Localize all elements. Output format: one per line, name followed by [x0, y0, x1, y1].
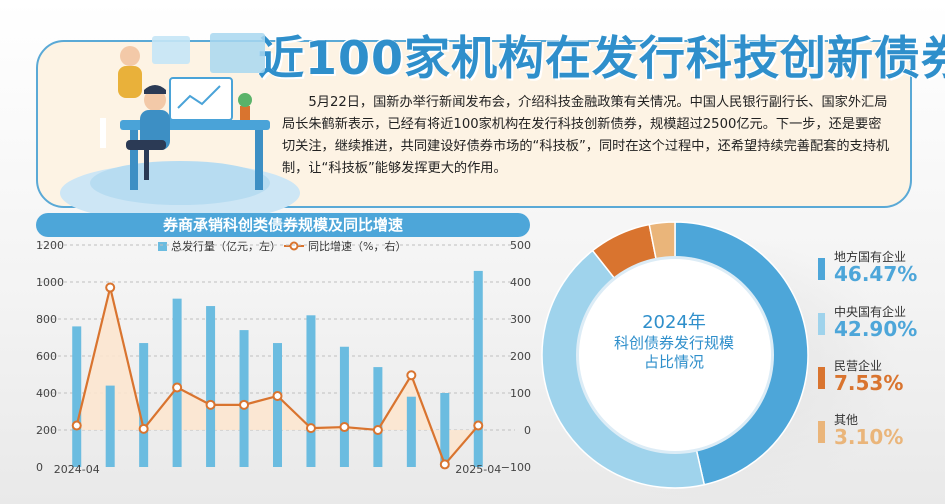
- pie-legend-item-0: 地方国有企业 46.47%: [818, 248, 938, 292]
- growth-point-1: [105, 282, 116, 293]
- growth-point-2: [138, 423, 149, 434]
- floating-panel-icon: [152, 36, 190, 64]
- growth-point-11: [439, 459, 450, 470]
- growth-point-3: [172, 382, 183, 393]
- pie-legend-value: 42.90%: [834, 317, 918, 341]
- infographic-canvas: 近100家机构在发行科技创新债券 5月22日，国新办举行新闻发布会，介绍科技金融…: [0, 0, 945, 504]
- bar-8: [339, 346, 349, 467]
- pie-legend-value: 3.10%: [834, 425, 904, 449]
- pie-legend-swatch: [818, 367, 825, 389]
- growth-point-10: [406, 370, 417, 381]
- pie-legend-item-2: 民营企业 7.53%: [818, 357, 938, 401]
- pie-legend-item-1: 中央国有企业 42.90%: [818, 303, 938, 347]
- pie-legend-swatch: [818, 421, 825, 443]
- right-tick-label: 400: [510, 276, 531, 289]
- right-tick-label: 100: [510, 387, 531, 400]
- right-tick-label: −100: [501, 461, 531, 474]
- pie-title-line-3: 占比情况: [643, 353, 704, 371]
- left-tick-label: 800: [36, 313, 57, 326]
- bar-line-chart: 总发行量（亿元，左） 同比增速（%，右） 0200400600800100012…: [36, 239, 531, 476]
- bar-chart-title: 券商承销科创类债券规模及同比增速: [36, 213, 530, 237]
- plot-area: 0 200 400 600 800 1000 1200 −100 0 100 200 300 400 50…: [36, 239, 531, 476]
- left-tick-label: 200: [36, 424, 57, 437]
- man-hair-icon: [144, 85, 166, 94]
- pie-legend-value: 7.53%: [834, 371, 904, 395]
- headline-title: 近100家机构在发行科技创新债券: [258, 31, 945, 85]
- plant-icon: [238, 93, 252, 107]
- bar-1: [105, 385, 115, 467]
- desk-leg-icon: [130, 130, 138, 190]
- bar-5: [239, 330, 249, 467]
- chair-seat-icon: [126, 140, 166, 150]
- bar-7: [306, 315, 316, 467]
- monitor-icon: [169, 77, 233, 121]
- left-tick-label: 1000: [36, 276, 64, 289]
- right-tick-label: 500: [510, 239, 531, 252]
- growth-point-5: [239, 399, 250, 410]
- bar-9: [373, 367, 383, 467]
- chair-post-icon: [144, 150, 149, 180]
- pie-legend-swatch: [818, 313, 825, 335]
- right-tick-label: 0: [524, 424, 531, 437]
- intro-paragraph: 5月22日，国新办举行新闻发布会，介绍科技金融政策有关情况。中国人民银行副行长、…: [282, 95, 890, 176]
- x-tick-label: 2024-04: [54, 463, 100, 476]
- pie-title-line-2: 科创债券发行规模: [613, 334, 734, 352]
- desk-leg-icon-2: [255, 130, 263, 190]
- x-tick-label: 2025-04: [455, 463, 501, 476]
- pie-title-year: 2024年: [642, 312, 706, 333]
- legend-bar-label: 总发行量（亿元，左）: [171, 239, 281, 253]
- office-illustration: [60, 33, 300, 218]
- bar-4: [206, 306, 216, 467]
- pie-legend-item-3: 其他 3.10%: [818, 411, 938, 455]
- growth-point-9: [372, 425, 383, 435]
- chart-legend: 总发行量（亿元，左） 同比增速（%，右）: [158, 239, 406, 253]
- plant-pot-icon: [240, 106, 250, 120]
- legend-line-label: 同比增速（%，右）: [308, 239, 406, 253]
- growth-point-0: [71, 420, 82, 431]
- left-tick-label: 0: [36, 461, 43, 474]
- right-tick-label: 200: [510, 350, 531, 363]
- woman-body-icon: [118, 66, 142, 98]
- bar-0: [72, 326, 82, 467]
- pie-legend-swatch: [818, 258, 825, 280]
- left-tick-label: 1200: [36, 239, 64, 252]
- pie-center-label: 2024年 科创债券发行规模 占比情况: [580, 290, 768, 420]
- legend-bar-swatch: [158, 242, 167, 251]
- left-tick-label: 400: [36, 387, 57, 400]
- growth-point-6: [272, 390, 283, 401]
- growth-point-8: [339, 422, 350, 433]
- legend-line-marker: [289, 241, 299, 251]
- left-tick-label: 600: [36, 350, 57, 363]
- illustration-floor-inner: [90, 161, 270, 205]
- growth-point-12: [473, 420, 484, 431]
- side-plant-icon: [100, 118, 106, 148]
- pie-legend-value: 46.47%: [834, 262, 918, 286]
- bar-2: [139, 343, 149, 467]
- right-tick-label: 300: [510, 313, 531, 326]
- bar-6: [273, 343, 282, 467]
- growth-point-7: [305, 423, 316, 434]
- woman-head-icon: [120, 46, 140, 66]
- floating-screen-icon: [210, 33, 265, 73]
- growth-point-4: [205, 399, 216, 410]
- bar-10: [406, 396, 416, 467]
- bar-12: [473, 270, 483, 467]
